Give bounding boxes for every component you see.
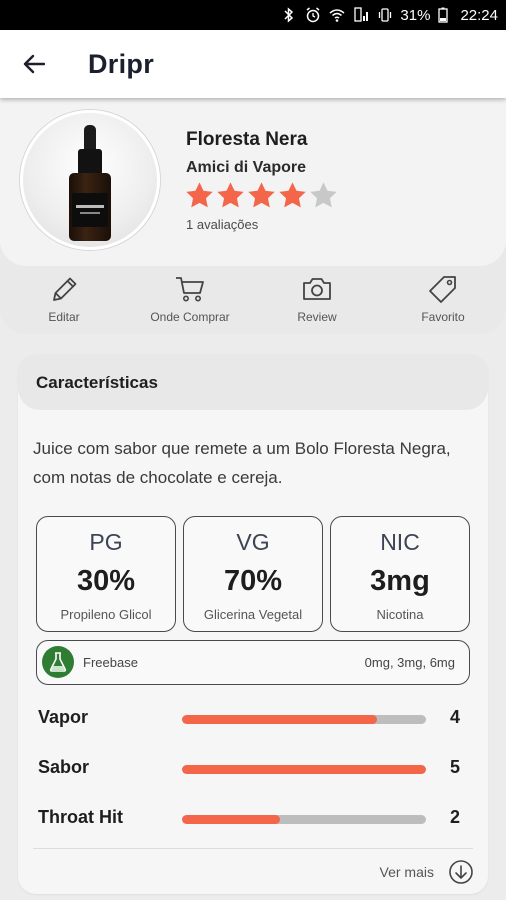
where-to-buy-button[interactable]: Onde Comprar xyxy=(135,274,245,324)
star-filled-icon xyxy=(279,182,306,208)
characteristics-title: Características xyxy=(36,373,158,392)
star-empty-icon xyxy=(310,182,337,208)
nicotine-type-row: Freebase 0mg, 3mg, 6mg xyxy=(36,640,470,685)
sabor-label: Sabor xyxy=(38,757,90,777)
product-header: Floresta Nera Amici di Vapore 1 avaliaçõ… xyxy=(0,98,506,334)
alarm-icon xyxy=(302,7,324,23)
vapor-label: Vapor xyxy=(38,707,89,727)
review-label: Review xyxy=(297,310,337,324)
sabor-value: 5 xyxy=(450,757,461,777)
nicotine-type-label: Freebase xyxy=(83,655,138,670)
star-filled-icon xyxy=(248,182,275,208)
vg-key: VG xyxy=(236,529,270,555)
nic-value: 3mg xyxy=(370,565,430,597)
arrow-left-icon xyxy=(23,54,45,74)
pg-stat: PG 30% Propileno Glicol xyxy=(36,516,176,632)
product-brand: Amici di Vapore xyxy=(186,159,307,176)
star-filled-icon xyxy=(217,182,244,208)
nicotine-options: 0mg, 3mg, 6mg xyxy=(364,655,455,670)
reviews-count[interactable]: 1 avaliações xyxy=(186,217,258,232)
pencil-icon xyxy=(53,277,77,301)
throat-hit-value: 2 xyxy=(450,807,461,827)
camera-icon xyxy=(303,278,331,300)
action-bar: Editar Onde Comprar Review Favorito xyxy=(0,274,506,328)
characteristics-card: Características Juice com sabor que reme… xyxy=(18,354,488,894)
throat-hit-bar-fill xyxy=(182,815,280,824)
throat-hit-label: Throat Hit xyxy=(38,807,123,827)
arrow-down-circle-icon xyxy=(449,860,473,884)
vapor-value: 4 xyxy=(450,707,461,727)
vapor-bar-fill xyxy=(182,715,378,724)
pg-desc: Propileno Glicol xyxy=(60,607,152,622)
product-photo[interactable] xyxy=(20,110,160,250)
star-rating xyxy=(184,180,339,211)
vg-value: 70% xyxy=(223,565,283,597)
pg-key: PG xyxy=(89,529,123,555)
product-description: Juice com sabor que remete a um Bolo Flo… xyxy=(33,439,451,487)
bluetooth-icon xyxy=(278,7,300,23)
tag-icon xyxy=(429,276,456,303)
favorite-button[interactable]: Favorito xyxy=(388,274,498,324)
product-summary: Floresta Nera Amici di Vapore 1 avaliaçõ… xyxy=(0,98,506,266)
signal-icon xyxy=(350,7,372,23)
battery-icon xyxy=(432,7,454,23)
nic-desc: Nicotina xyxy=(376,607,424,622)
review-button[interactable]: Review xyxy=(262,274,372,324)
rating-row-sabor: Sabor 5 xyxy=(38,753,468,783)
nic-key: NIC xyxy=(380,529,420,555)
battery-percent: 31% xyxy=(400,6,431,24)
vg-stat: VG 70% Glicerina Vegetal xyxy=(183,516,323,632)
vapor-bar xyxy=(182,715,426,724)
characteristics-header: Características xyxy=(18,354,488,410)
sabor-bar xyxy=(182,765,426,774)
pg-value: 30% xyxy=(76,565,136,597)
edit-label: Editar xyxy=(48,310,80,324)
wifi-icon xyxy=(326,7,348,23)
flask-icon xyxy=(42,646,74,678)
product-name: Floresta Nera xyxy=(186,129,308,150)
edit-button[interactable]: Editar xyxy=(9,274,119,324)
rating-row-throat-hit: Throat Hit 2 xyxy=(38,803,468,833)
sabor-bar-fill xyxy=(182,765,426,774)
see-more-button[interactable]: Ver mais xyxy=(380,859,474,885)
cart-icon xyxy=(176,277,204,302)
star-filled-icon xyxy=(186,182,213,208)
status-bar: 31% 22:24 xyxy=(0,0,506,30)
app-bar: Dripr xyxy=(0,30,506,98)
favorite-label: Favorito xyxy=(421,310,465,324)
where-to-buy-label: Onde Comprar xyxy=(150,310,230,324)
rating-row-vapor: Vapor 4 xyxy=(38,703,468,733)
nic-stat: NIC 3mg Nicotina xyxy=(330,516,470,632)
back-button[interactable] xyxy=(14,44,54,84)
vibrate-icon xyxy=(374,7,396,23)
clock: 22:24 xyxy=(460,6,498,24)
see-more-label: Ver mais xyxy=(379,864,434,880)
throat-hit-bar xyxy=(182,815,426,824)
divider xyxy=(33,848,473,849)
app-title: Dripr xyxy=(88,48,155,79)
vg-desc: Glicerina Vegetal xyxy=(203,607,303,622)
